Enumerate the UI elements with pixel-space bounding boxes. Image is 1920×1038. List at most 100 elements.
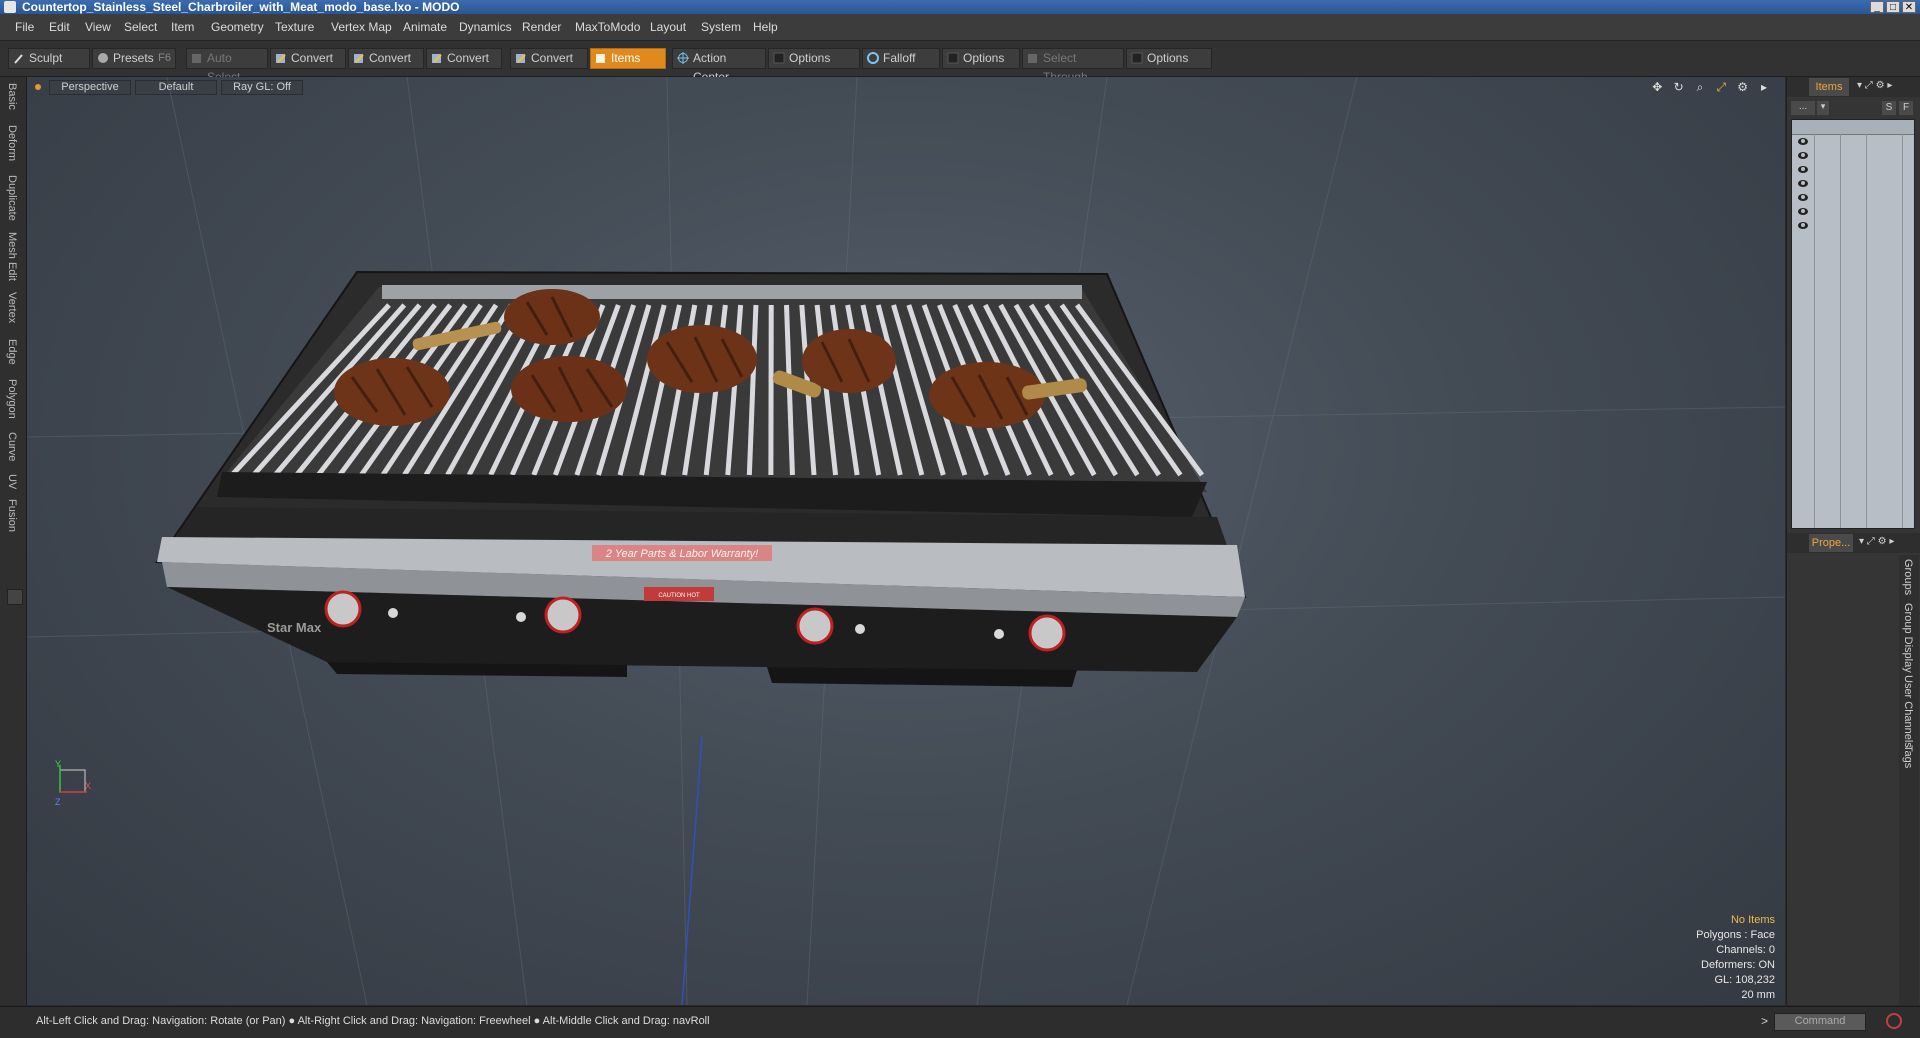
3d-viewport[interactable]: Perspective Default Ray GL: Off ✥ ↻ ⌕ ⤢ … — [27, 77, 1785, 1005]
visibility-eye-icon[interactable] — [1798, 208, 1808, 215]
items-icon — [595, 52, 607, 64]
tab-properties[interactable]: Prope... — [1809, 534, 1853, 552]
checkbox-icon — [1131, 52, 1143, 64]
menu-animate[interactable]: Animate — [403, 20, 447, 34]
tab-deform[interactable]: Deform — [4, 125, 20, 161]
visibility-eye-icon[interactable] — [1798, 180, 1808, 187]
tab-basic[interactable]: Basic — [4, 83, 20, 110]
properties-side-tabs: Groups Group Display User Channels Tags — [1899, 555, 1919, 1005]
items-panel-header: Items ▾ ⤢ ⚙ ▸ — [1787, 77, 1920, 97]
items-filter-dropdown-icon[interactable]: ▾ — [1817, 101, 1829, 115]
axis-z-label: Z — [55, 797, 61, 807]
tool-tabs: Basic Deform Duplicate Mesh Edit Vertex … — [0, 77, 27, 1005]
items-label: Items — [611, 51, 640, 65]
tab-fusion[interactable]: Fusion — [4, 499, 20, 532]
items-mode-button[interactable]: Items — [590, 48, 666, 69]
record-button[interactable] — [1886, 1013, 1902, 1029]
items-list[interactable] — [1791, 119, 1915, 529]
tab-polygon[interactable]: Polygon — [4, 379, 20, 419]
presets-icon — [97, 52, 109, 64]
falloff-icon — [867, 52, 879, 64]
stat-scale: 20 mm — [1696, 988, 1775, 1003]
tab-duplicate[interactable]: Duplicate — [4, 175, 20, 221]
props-dropdown-icon[interactable]: ▾ ⤢ ⚙ ▸ — [1859, 536, 1894, 547]
menu-maxtomodo[interactable]: MaxToModo — [575, 20, 640, 34]
convert-label-3: Convert — [447, 51, 489, 65]
convert-button-2[interactable]: Convert — [348, 48, 424, 69]
items-list-header — [1792, 120, 1914, 135]
tab-mesh-edit[interactable]: Mesh Edit — [4, 232, 20, 281]
caution-label: CAUTION HOT — [658, 593, 700, 599]
convert-button-1[interactable]: Convert — [270, 48, 346, 69]
menu-file[interactable]: File — [15, 20, 34, 34]
items-s-button[interactable]: S — [1882, 101, 1896, 115]
action-center-button[interactable]: Action Center — [672, 48, 766, 69]
visibility-eye-icon[interactable] — [1798, 166, 1808, 173]
sculpt-button[interactable]: Sculpt — [8, 48, 90, 69]
tab-user-channels[interactable]: User Channels — [1902, 675, 1914, 748]
checkbox-icon — [947, 52, 959, 64]
menu-texture[interactable]: Texture — [275, 20, 314, 34]
brush-icon — [13, 52, 25, 64]
options-button-2[interactable]: Options — [942, 48, 1020, 69]
menu-vertex-map[interactable]: Vertex Map — [331, 20, 392, 34]
menu-dynamics[interactable]: Dynamics — [459, 20, 512, 34]
warranty-banner: 2 Year Parts & Labor Warranty! — [605, 548, 758, 560]
items-f-button[interactable]: F — [1899, 101, 1913, 115]
convert-button-3[interactable]: Convert — [426, 48, 502, 69]
falloff-button[interactable]: Falloff — [862, 48, 940, 69]
tab-group-display[interactable]: Group Display — [1902, 603, 1914, 673]
presets-shortcut: F6 — [158, 49, 171, 68]
tab-curve[interactable]: Curve — [4, 432, 20, 461]
right-panel: Items ▾ ⤢ ⚙ ▸ ... ▾ S F Prope... ▾ ⤢ ⚙ ▸… — [1786, 77, 1920, 1005]
menu-select[interactable]: Select — [124, 20, 157, 34]
axis-y-label: Y — [55, 759, 61, 769]
menu-render[interactable]: Render — [522, 20, 561, 34]
options-button-1[interactable]: Options — [768, 48, 860, 69]
close-button[interactable]: ✕ — [1902, 1, 1916, 13]
panel-dropdown-icon[interactable]: ▾ ⤢ ⚙ ▸ — [1857, 80, 1892, 91]
menu-item[interactable]: Item — [171, 20, 194, 34]
options-label-1: Options — [789, 51, 830, 65]
status-bar: Alt-Left Click and Drag: Navigation: Rot… — [0, 1006, 1920, 1038]
visibility-eye-icon[interactable] — [1798, 152, 1808, 159]
presets-button[interactable]: Presets F6 — [92, 48, 176, 69]
visibility-eye-icon[interactable] — [1798, 194, 1808, 201]
menu-view[interactable]: View — [85, 20, 111, 34]
menu-edit[interactable]: Edit — [49, 20, 70, 34]
properties-panel-header: Prope... ▾ ⤢ ⚙ ▸ — [1787, 533, 1920, 553]
convert-button-4[interactable]: Convert — [510, 48, 588, 69]
select-through-button[interactable]: Select Through — [1022, 48, 1124, 69]
menu-geometry[interactable]: Geometry — [211, 20, 264, 34]
tabs-toggle-button[interactable] — [7, 589, 23, 605]
app-icon — [4, 1, 16, 13]
tab-vertex[interactable]: Vertex — [4, 292, 20, 323]
menu-system[interactable]: System — [701, 20, 741, 34]
convert-icon — [431, 52, 443, 64]
sculpt-label: Sculpt — [29, 51, 62, 65]
stat-deformers: Deformers: ON — [1696, 958, 1775, 973]
options-button-3[interactable]: Options — [1126, 48, 1212, 69]
maximize-button[interactable]: □ — [1886, 1, 1900, 13]
menu-bar: File Edit View Select Item Geometry Text… — [0, 14, 1920, 41]
falloff-label: Falloff — [883, 51, 915, 65]
tab-tags[interactable]: Tags — [1902, 745, 1914, 768]
minimize-button[interactable]: _ — [1870, 1, 1884, 13]
options-label-3: Options — [1147, 51, 1188, 65]
command-input[interactable]: Command — [1774, 1013, 1866, 1031]
tab-edge[interactable]: Edge — [4, 339, 20, 365]
tab-groups[interactable]: Groups — [1902, 559, 1914, 595]
visibility-eye-icon[interactable] — [1798, 222, 1808, 229]
scene-render: 2 Year Parts & Labor Warranty! CAUTION H… — [27, 77, 1785, 1005]
viewport-stats: No Items Polygons : Face Channels: 0 Def… — [1696, 913, 1775, 1003]
tab-items[interactable]: Items — [1809, 78, 1849, 96]
menu-help[interactable]: Help — [753, 20, 778, 34]
cube-icon — [191, 52, 203, 64]
stat-polygons: Polygons : Face — [1696, 928, 1775, 943]
visibility-eye-icon[interactable] — [1798, 138, 1808, 145]
items-filter-button[interactable]: ... — [1791, 101, 1815, 115]
menu-layout[interactable]: Layout — [650, 20, 686, 34]
auto-select-button[interactable]: Auto Select — [186, 48, 268, 69]
tab-uv[interactable]: UV — [4, 474, 20, 489]
crosshair-icon — [677, 52, 689, 64]
